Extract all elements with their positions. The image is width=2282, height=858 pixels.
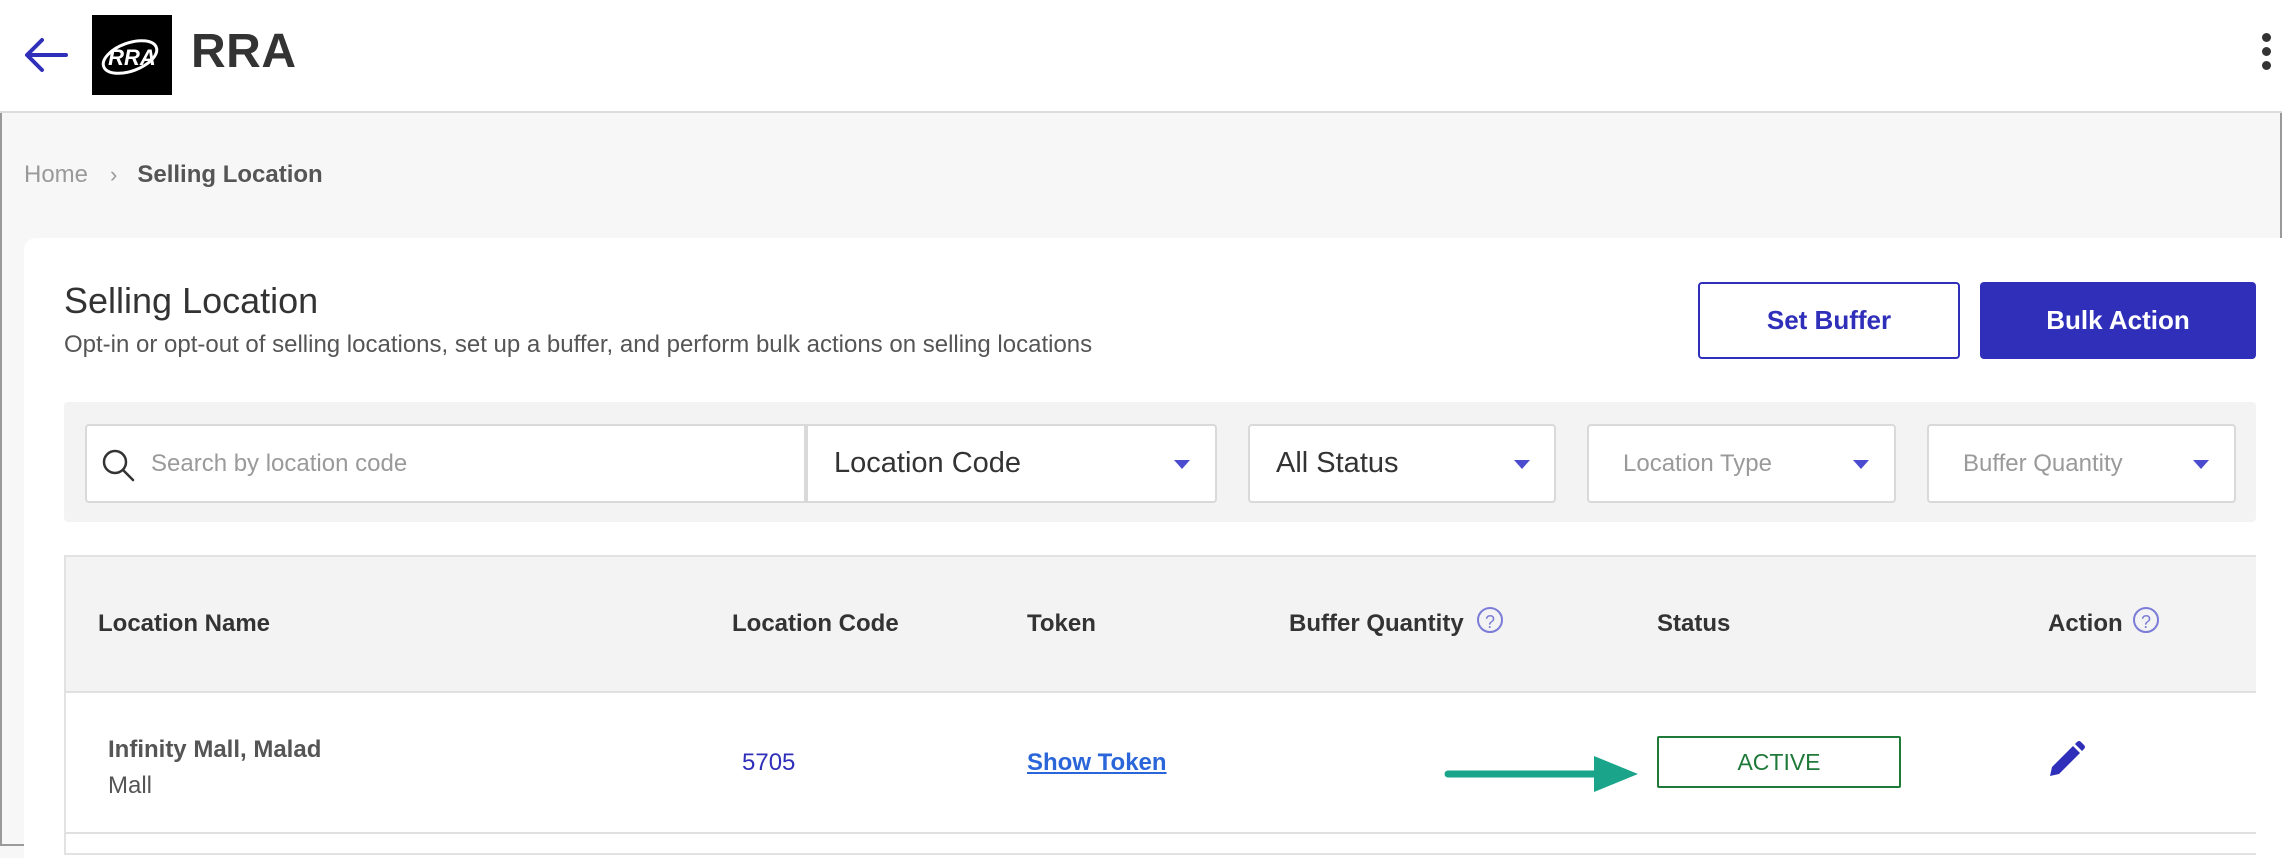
status-select-value: All Status — [1276, 447, 1399, 479]
page-subtitle: Opt-in or opt-out of selling locations, … — [64, 331, 1093, 358]
search-input[interactable] — [143, 426, 799, 501]
back-button[interactable] — [22, 30, 70, 78]
table-header — [66, 557, 2256, 693]
breadcrumb-current: Selling Location — [137, 161, 323, 188]
column-header-buffer-quantity[interactable]: Buffer Quantity — [1289, 610, 1464, 638]
pencil-icon — [2050, 741, 2085, 776]
location-type: Mall — [108, 772, 153, 799]
column-header-location-code[interactable]: Location Code — [732, 610, 899, 638]
edit-button[interactable] — [2046, 740, 2086, 780]
column-header-status[interactable]: Status — [1657, 610, 1730, 638]
help-circle-icon[interactable]: ? — [1477, 607, 1503, 633]
kebab-dot — [2261, 47, 2271, 56]
search-by-value: Location Code — [834, 447, 1022, 479]
kebab-dot — [2261, 33, 2271, 42]
chevron-down-icon — [1174, 460, 1190, 469]
help-circle-icon[interactable]: ? — [2133, 607, 2159, 633]
location-code: 5705 — [742, 749, 796, 776]
search-box — [85, 424, 806, 503]
kebab-dot — [2261, 61, 2271, 70]
row-divider — [66, 832, 2256, 834]
app-title: RRA — [191, 25, 297, 78]
logo-text: RRA — [108, 45, 156, 70]
column-header-token[interactable]: Token — [1027, 610, 1096, 638]
top-bar: RRA RRA — [0, 0, 2282, 113]
arrow-left-icon — [25, 38, 68, 72]
chevron-down-icon — [1853, 460, 1869, 469]
search-icon — [102, 449, 135, 482]
page-title: Selling Location — [64, 280, 319, 321]
chevron-down-icon — [2193, 460, 2209, 469]
status-select[interactable]: All Status — [1248, 424, 1556, 503]
breadcrumb-home[interactable]: Home — [24, 161, 88, 188]
breadcrumb: Home › Selling Location — [24, 161, 323, 189]
kebab-menu-button[interactable] — [2254, 30, 2278, 80]
buffer-quantity-select[interactable]: Buffer Quantity — [1927, 424, 2236, 503]
column-header-location-name[interactable]: Location Name — [98, 610, 270, 638]
location-type-select[interactable]: Location Type — [1587, 424, 1896, 503]
set-buffer-button[interactable]: Set Buffer — [1698, 282, 1960, 359]
search-by-select[interactable]: Location Code — [806, 424, 1217, 503]
location-type-placeholder: Location Type — [1623, 450, 1773, 477]
column-header-action[interactable]: Action — [2048, 610, 2123, 638]
buffer-quantity-placeholder: Buffer Quantity — [1963, 450, 2123, 477]
show-token-link[interactable]: Show Token — [1027, 749, 1167, 777]
status-badge: ACTIVE — [1657, 736, 1901, 788]
breadcrumb-separator: › — [110, 162, 118, 187]
app-logo: RRA — [92, 15, 172, 95]
bulk-action-button[interactable]: Bulk Action — [1980, 282, 2256, 359]
chevron-down-icon — [1514, 460, 1530, 469]
location-name: Infinity Mall, Malad — [108, 736, 322, 763]
annotation-arrow-icon — [1444, 756, 1638, 792]
